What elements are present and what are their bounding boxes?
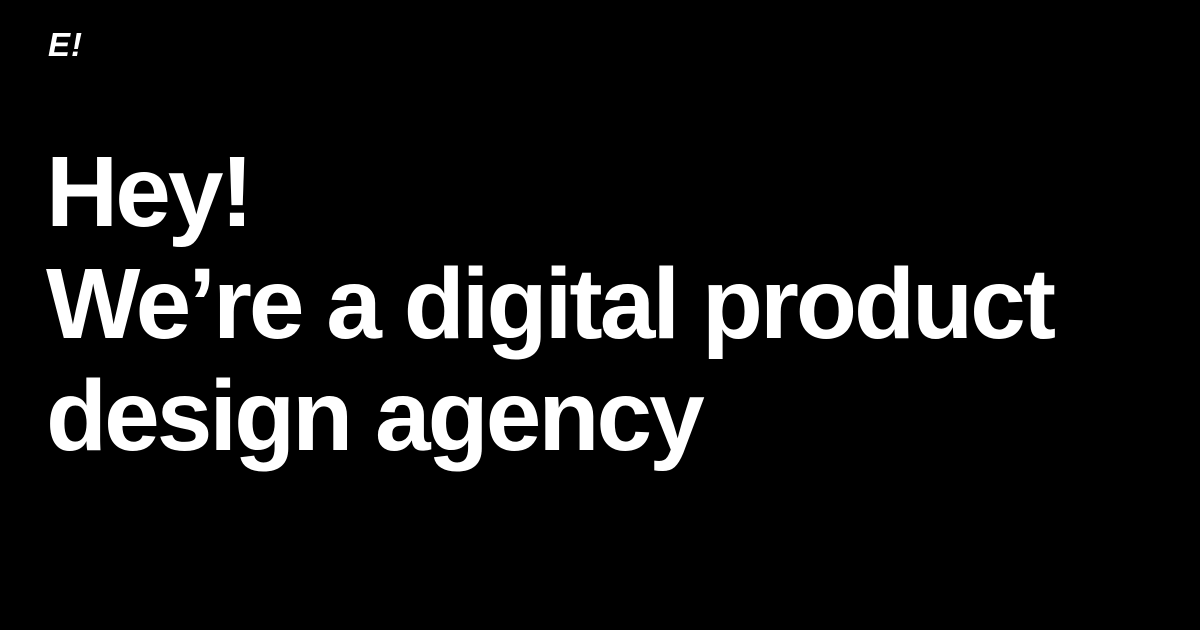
headline-line-3: design agency [46, 360, 705, 472]
headline-line-1: Hey! [46, 136, 254, 248]
brand-logo[interactable]: E! [48, 28, 83, 61]
hero-card: E! Hey! We’re a digital product design a… [0, 0, 1200, 630]
headline-line-2: We’re a digital product [46, 248, 1056, 360]
hero-headline: Hey! We’re a digital product design agen… [46, 136, 1166, 472]
